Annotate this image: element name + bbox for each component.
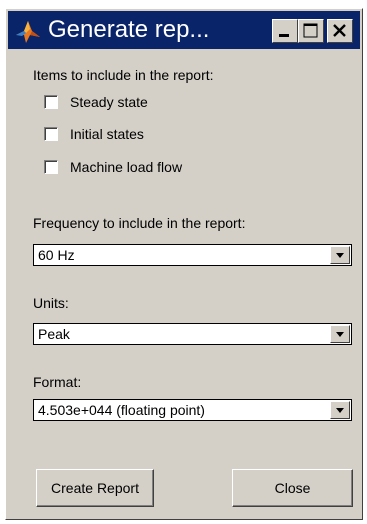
units-dropdown[interactable]: Peak [33, 323, 352, 345]
frequency-dropdown-arrow[interactable] [330, 246, 350, 264]
checkbox-label: Initial states [70, 126, 144, 142]
frequency-selected-value: 60 Hz [38, 247, 75, 263]
frequency-dropdown[interactable]: 60 Hz [33, 244, 352, 266]
checkbox-label: Steady state [70, 94, 148, 110]
checkbox-machine-load-flow[interactable]: Machine load flow [44, 157, 182, 177]
close-icon [333, 24, 346, 37]
chevron-down-icon [336, 253, 344, 258]
steady-state-checkbox[interactable] [44, 95, 58, 109]
format-dropdown-arrow[interactable] [330, 401, 350, 419]
units-selected-value: Peak [38, 326, 70, 342]
maximize-icon [303, 23, 318, 38]
checkbox-steady-state[interactable]: Steady state [44, 92, 148, 112]
minimize-icon [279, 34, 289, 37]
matlab-logo-icon [14, 17, 42, 45]
format-selected-value: 4.503e+044 (floating point) [38, 402, 205, 418]
chevron-down-icon [336, 332, 344, 337]
frequency-label: Frequency to include in the report: [33, 215, 246, 231]
maximize-button[interactable] [298, 19, 324, 43]
create-report-button[interactable]: Create Report [36, 469, 154, 507]
chevron-down-icon [336, 408, 344, 413]
checkbox-initial-states[interactable]: Initial states [44, 124, 144, 144]
units-dropdown-arrow[interactable] [330, 325, 350, 343]
close-window-button[interactable] [327, 19, 353, 43]
checkbox-label: Machine load flow [70, 159, 183, 175]
format-dropdown[interactable]: 4.503e+044 (floating point) [33, 399, 352, 421]
close-button[interactable]: Close [232, 469, 353, 507]
generate-report-dialog: Generate rep... Items to include in the … [5, 8, 363, 520]
minimize-button[interactable] [272, 19, 298, 43]
title-bar[interactable]: Generate rep... [8, 11, 360, 49]
units-label: Units: [33, 295, 69, 311]
machine-load-flow-checkbox[interactable] [44, 160, 58, 174]
initial-states-checkbox[interactable] [44, 127, 58, 141]
window-title: Generate rep... [48, 16, 210, 43]
items-section-label: Items to include in the report: [33, 67, 214, 83]
format-label: Format: [33, 374, 82, 390]
